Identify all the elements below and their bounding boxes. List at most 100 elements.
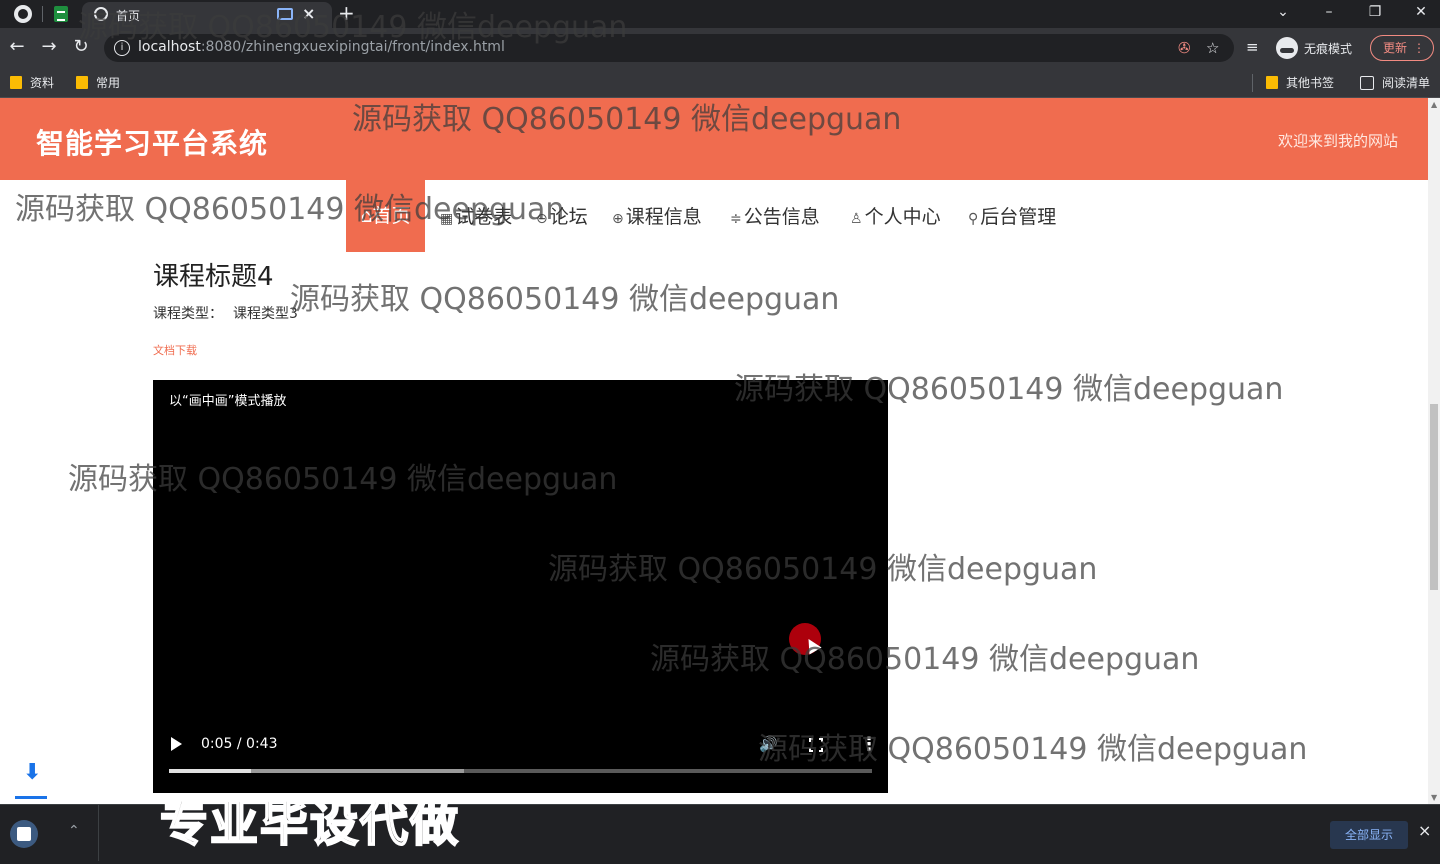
kebab-menu-icon: ⋮ bbox=[1413, 41, 1425, 55]
welcome-text: 欢迎来到我的网站 bbox=[1277, 132, 1398, 150]
tab-home[interactable]: 首页 × bbox=[82, 2, 332, 28]
nav-label: 后台管理 bbox=[980, 206, 1057, 228]
bookmark-folder[interactable]: 常用 bbox=[76, 74, 120, 91]
nav-courses[interactable]: ⊕ 课程信息 bbox=[612, 202, 702, 229]
course-type-row: 课程类型： 课程类型3 bbox=[153, 303, 298, 323]
folder-icon bbox=[10, 76, 22, 89]
folder-icon bbox=[76, 76, 88, 89]
mp4-file-icon[interactable] bbox=[10, 820, 38, 848]
screen: 首页 × + ⌄ – ❐ ✕ ← → ↻ i localhost:8080/zh… bbox=[0, 0, 1440, 864]
reload-icon[interactable]: ↻ bbox=[70, 36, 92, 60]
url-host: localhost bbox=[138, 39, 201, 55]
url-text[interactable]: localhost:8080/zhinengxuexipingtai/front… bbox=[138, 39, 505, 55]
document-download-link[interactable]: 文档下载 bbox=[153, 342, 197, 358]
media-playing-icon[interactable] bbox=[277, 8, 293, 20]
site-title: 智能学习平台系统 bbox=[36, 127, 269, 160]
promo-caption: 专业毕设代做 bbox=[159, 795, 461, 853]
other-bookmarks[interactable]: 其他书签 bbox=[1266, 74, 1334, 91]
download-button[interactable]: ⬇ bbox=[8, 752, 54, 804]
new-tab-button[interactable]: + bbox=[338, 1, 355, 25]
update-label: 更新 bbox=[1383, 41, 1408, 55]
course-type-label: 课程类型： bbox=[153, 306, 223, 322]
browser-toolbar: ← → ↻ i localhost:8080/zhinengxuexipingt… bbox=[0, 28, 1440, 68]
sliders-icon: ≑ bbox=[730, 211, 742, 227]
back-icon[interactable]: ← bbox=[6, 36, 28, 60]
folder-icon bbox=[1266, 76, 1278, 89]
volume-icon[interactable]: 🔊 bbox=[759, 735, 778, 753]
nav-label: 课程信息 bbox=[625, 206, 702, 228]
tab-close-icon[interactable]: × bbox=[302, 4, 315, 23]
tab-search-icon[interactable]: ⌄ bbox=[1260, 0, 1306, 28]
user-icon: ♙ bbox=[850, 211, 863, 227]
bookmark-label: 常用 bbox=[96, 76, 121, 90]
scroll-down-icon[interactable]: ▼ bbox=[1431, 793, 1437, 802]
reading-list[interactable]: 阅读清单 bbox=[1360, 74, 1430, 91]
blocked-audio-icon[interactable]: ✇ bbox=[1178, 39, 1191, 57]
forum-icon: ⊖ bbox=[536, 211, 548, 227]
nav-label: 公告信息 bbox=[743, 206, 820, 228]
more-options-icon[interactable]: ⋮ bbox=[860, 734, 878, 755]
nav-label: 试卷表 bbox=[455, 206, 513, 228]
nav-home[interactable]: ⌂首页 bbox=[346, 180, 425, 252]
forward-icon[interactable]: → bbox=[38, 36, 60, 60]
reading-mode-icon[interactable]: ≡ bbox=[1246, 38, 1259, 56]
bookmarks-bar: 资料 常用 其他书签 阅读清单 bbox=[0, 68, 1440, 98]
scroll-up-icon[interactable]: ▲ bbox=[1431, 100, 1437, 109]
video-progress-bar[interactable] bbox=[169, 769, 872, 773]
bookmark-folder[interactable]: 资料 bbox=[10, 74, 54, 91]
page-scrollbar[interactable]: ▲ ▼ bbox=[1428, 98, 1440, 804]
other-bookmarks-label: 其他书签 bbox=[1286, 76, 1335, 90]
address-bar[interactable]: i localhost:8080/zhinengxuexipingtai/fro… bbox=[104, 34, 1234, 62]
shelf-divider bbox=[98, 805, 99, 861]
play-icon[interactable] bbox=[171, 737, 182, 751]
site-header: 智能学习平台系统 欢迎来到我的网站 bbox=[0, 98, 1428, 180]
main-nav: ⌂首页 ▦ 试卷表 ⊖ 论坛 ⊕ 课程信息 ≑ 公告信息 ♙ 个人中心 ⚲ 后台管理 bbox=[0, 180, 1428, 252]
bookmark-separator bbox=[1252, 74, 1253, 92]
reading-list-label: 阅读清单 bbox=[1382, 76, 1431, 90]
show-all-button[interactable]: 全部显示 bbox=[1330, 821, 1408, 849]
watermark: 源码获取 QQ86050149 微信deepguan bbox=[290, 282, 840, 317]
incognito-icon bbox=[1276, 37, 1298, 59]
scroll-thumb[interactable] bbox=[1430, 404, 1438, 590]
incognito-indicator[interactable]: 无痕模式 bbox=[1276, 35, 1352, 61]
tab-title: 首页 bbox=[116, 9, 141, 23]
nav-label: 首页 bbox=[372, 205, 411, 227]
minimize-icon[interactable]: – bbox=[1306, 0, 1352, 28]
spreadsheet-tab-icon[interactable] bbox=[54, 6, 68, 22]
progress-played bbox=[169, 769, 251, 773]
video-time: 0:05 / 0:43 bbox=[201, 736, 278, 752]
chrome-menu-icon[interactable] bbox=[14, 5, 32, 23]
link-icon: ⚲ bbox=[968, 211, 979, 227]
window-close-icon[interactable]: ✕ bbox=[1398, 0, 1440, 28]
course-title: 课程标题4 bbox=[153, 262, 274, 292]
home-icon: ⌂ bbox=[360, 205, 373, 227]
browser-tabstrip: 首页 × + ⌄ – ❐ ✕ bbox=[0, 0, 1440, 28]
pip-label[interactable]: 以“画中画”模式播放 bbox=[169, 390, 286, 409]
download-underline bbox=[15, 796, 47, 799]
nav-label: 论坛 bbox=[549, 206, 588, 228]
fullscreen-icon[interactable] bbox=[808, 737, 824, 753]
incognito-label: 无痕模式 bbox=[1304, 41, 1353, 56]
nav-profile[interactable]: ♙ 个人中心 bbox=[850, 202, 941, 229]
nav-announcements[interactable]: ≑ 公告信息 bbox=[730, 202, 820, 229]
shelf-close-icon[interactable]: × bbox=[1418, 821, 1431, 840]
tab-divider bbox=[42, 6, 43, 22]
reading-list-icon bbox=[1360, 75, 1374, 90]
globe-icon bbox=[94, 7, 108, 21]
nav-admin[interactable]: ⚲ 后台管理 bbox=[968, 202, 1056, 229]
video-player[interactable]: 以“画中画”模式播放 0:05 / 0:43 🔊 ⋮ bbox=[153, 380, 888, 793]
bookmark-label: 资料 bbox=[30, 76, 55, 90]
url-path: :8080/zhinengxuexipingtai/front/index.ht… bbox=[200, 39, 505, 55]
restore-icon[interactable]: ❐ bbox=[1352, 0, 1398, 28]
update-button[interactable]: 更新 ⋮ bbox=[1370, 35, 1434, 61]
download-icon: ⬇ bbox=[23, 760, 42, 785]
info-icon[interactable]: i bbox=[114, 40, 130, 56]
nav-forum[interactable]: ⊖ 论坛 bbox=[536, 202, 588, 229]
globe-icon: ⊕ bbox=[612, 211, 624, 227]
nav-label: 个人中心 bbox=[864, 206, 941, 228]
bookmark-star-icon[interactable]: ☆ bbox=[1206, 39, 1219, 57]
chevron-up-icon[interactable]: ⌃ bbox=[68, 823, 80, 839]
course-type-value: 课程类型3 bbox=[233, 306, 298, 322]
table-icon: ▦ bbox=[440, 211, 454, 227]
nav-exam[interactable]: ▦ 试卷表 bbox=[440, 202, 512, 229]
